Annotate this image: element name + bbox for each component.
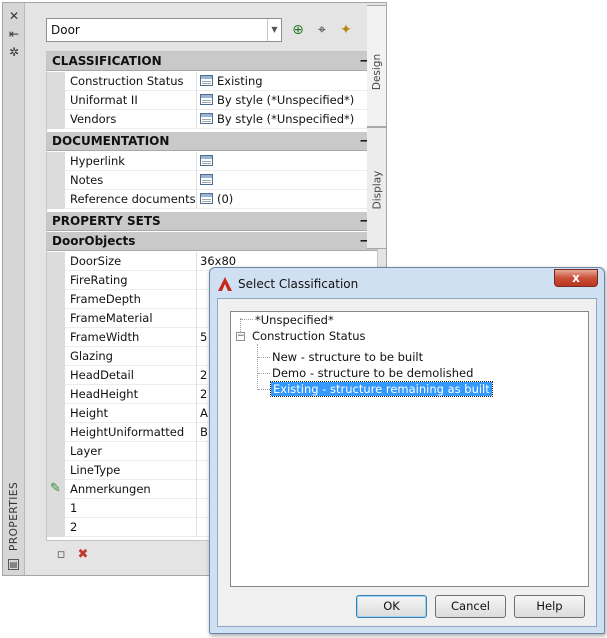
property-name: Construction Status (70, 74, 184, 88)
help-button[interactable]: Help (514, 595, 585, 618)
property-name: FrameWidth (70, 330, 140, 344)
cancel-button[interactable]: Cancel (435, 595, 506, 618)
category-door-objects[interactable]: DoorObjects − (47, 232, 377, 251)
pick-point-icon[interactable]: ⌖ (313, 21, 331, 39)
worksheet-icon[interactable] (200, 174, 213, 185)
property-row[interactable]: Reference documents (0) (47, 190, 377, 209)
property-name: Vendors (70, 112, 117, 126)
add-selection-icon[interactable]: ⊕ (289, 21, 307, 39)
property-name: HeightUniformatted (70, 425, 185, 439)
property-value (200, 173, 217, 187)
category-label: PROPERTY SETS (52, 214, 161, 228)
worksheet-icon[interactable] (200, 193, 213, 204)
property-name: Uniformat II (70, 93, 138, 107)
property-name: Reference documents (70, 192, 196, 206)
tree-node-new[interactable]: New - structure to be built (272, 350, 423, 364)
property-name: 2 (70, 520, 78, 534)
add-note-icon[interactable]: ✎ (50, 481, 61, 496)
worksheet-icon[interactable] (200, 94, 213, 105)
property-name: LineType (70, 463, 121, 477)
property-value: Existing (200, 74, 263, 88)
property-row[interactable]: Uniformat II By style (*Unspecified*) (47, 91, 377, 110)
property-name: Height (70, 406, 109, 420)
close-button[interactable]: x (554, 269, 598, 287)
close-icon[interactable]: ✕ (7, 9, 21, 23)
worksheet-icon[interactable] (200, 113, 213, 124)
settings-icon[interactable]: ✲ (7, 45, 21, 59)
palette-menu-icon[interactable]: ▤ (8, 559, 19, 570)
property-value: By style (*Unspecified*) (200, 93, 354, 107)
property-name: Notes (70, 173, 104, 187)
property-row[interactable]: Hyperlink (47, 152, 377, 171)
property-value (200, 154, 217, 168)
classification-tree[interactable]: *Unspecified* − Construction Status New … (230, 311, 589, 587)
palette-title: PROPERTIES (8, 481, 20, 551)
palette-titlebar: ✕ ⇤ ✲ PROPERTIES ▤ (3, 3, 25, 575)
property-name: Anmerkungen (70, 482, 151, 496)
ok-button[interactable]: OK (356, 595, 427, 618)
category-property-sets[interactable]: PROPERTY SETS − (47, 212, 377, 231)
auto-hide-icon[interactable]: ⇤ (7, 27, 21, 41)
property-value[interactable]: 2 (200, 387, 207, 401)
dialog-body: *Unspecified* − Construction Status New … (217, 298, 597, 627)
property-value[interactable]: 2 (200, 368, 207, 382)
property-set-data-icon[interactable]: ▫ (53, 547, 69, 563)
property-name: HeadDetail (70, 368, 134, 382)
property-value[interactable]: B (200, 425, 208, 439)
property-name: FireRating (70, 273, 128, 287)
delete-property-set-icon[interactable]: ✖ (75, 547, 91, 563)
close-icon: x (572, 271, 580, 285)
object-type-dropdown[interactable]: Door ▼ (46, 18, 282, 42)
quick-select-icon[interactable]: ✦ (337, 21, 355, 39)
dialog-title: Select Classification (238, 277, 359, 291)
worksheet-icon[interactable] (200, 155, 213, 166)
property-name: FrameMaterial (70, 311, 153, 325)
worksheet-icon[interactable] (200, 75, 213, 86)
object-type-value: Door (51, 23, 80, 37)
tree-node-demo[interactable]: Demo - structure to be demolished (272, 366, 473, 380)
property-value: By style (*Unspecified*) (200, 112, 354, 126)
property-row[interactable]: Notes (47, 171, 377, 190)
property-name: 1 (70, 501, 78, 515)
tree-node-existing[interactable]: Existing - structure remaining as built (270, 381, 493, 397)
property-name: FrameDepth (70, 292, 141, 306)
property-value: (0) (200, 192, 233, 206)
autocad-app-icon (218, 277, 232, 291)
property-value[interactable]: A (200, 406, 208, 420)
property-row[interactable]: Vendors By style (*Unspecified*) (47, 110, 377, 129)
collapse-icon[interactable]: − (236, 332, 245, 341)
category-label: CLASSIFICATION (52, 54, 162, 68)
category-documentation[interactable]: DOCUMENTATION − (47, 132, 377, 151)
category-classification[interactable]: CLASSIFICATION − (47, 52, 377, 71)
tree-node-construction-status[interactable]: Construction Status (252, 329, 366, 343)
tab-design[interactable]: Design (367, 5, 387, 127)
chevron-down-icon[interactable]: ▼ (267, 19, 281, 41)
tab-display[interactable]: Display (367, 127, 387, 249)
property-value[interactable]: 36x80 (200, 254, 236, 268)
property-name: Hyperlink (70, 154, 125, 168)
property-name: DoorSize (70, 254, 122, 268)
property-name: Glazing (70, 349, 113, 363)
property-row[interactable]: Construction Status Existing (47, 72, 377, 91)
property-name: HeadHeight (70, 387, 139, 401)
property-value[interactable]: 5 (200, 330, 207, 344)
category-label: DOCUMENTATION (52, 134, 170, 148)
tree-node-unspecified[interactable]: *Unspecified* (255, 313, 334, 327)
property-name: Layer (70, 444, 103, 458)
category-label: DoorObjects (52, 234, 136, 248)
select-classification-dialog: Select Classification x *Unspecified* − … (209, 267, 605, 634)
